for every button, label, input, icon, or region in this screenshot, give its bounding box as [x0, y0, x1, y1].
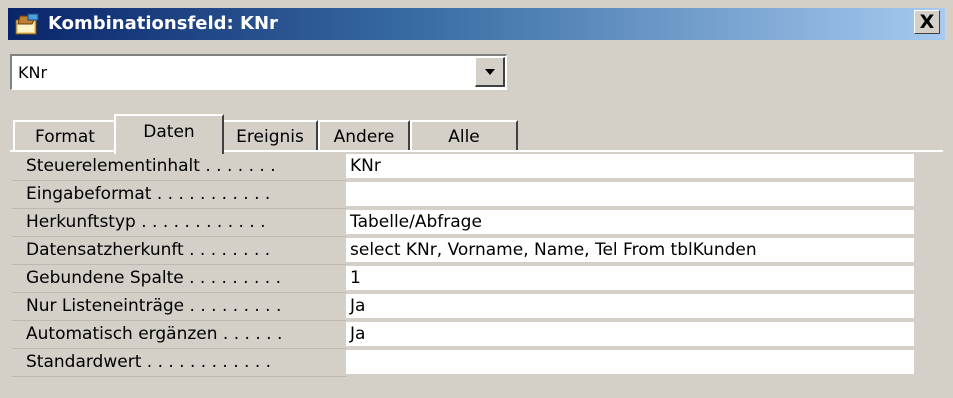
- property-label: Standardwert: [26, 352, 142, 372]
- title-bar: Kombinationsfeld: KNr: [8, 8, 945, 40]
- tab-alle[interactable]: Alle: [410, 120, 518, 152]
- tab-daten[interactable]: Daten: [114, 114, 224, 154]
- tab-format[interactable]: Format: [13, 120, 116, 152]
- close-button[interactable]: X: [914, 10, 940, 34]
- property-row-standardwert: Standardwert . . . . . . . . . . . .: [12, 349, 938, 377]
- property-value-field[interactable]: [346, 350, 914, 375]
- property-label: Gebundene Spalte: [26, 268, 184, 288]
- property-row-steuerelementinhalt: Steuerelementinhalt . . . . . . . KNr: [12, 153, 938, 181]
- property-value-field[interactable]: 1: [346, 266, 914, 291]
- leader-dots: . . . . . . .: [199, 156, 276, 176]
- properties-icon: [14, 12, 42, 36]
- chevron-down-icon: [484, 68, 495, 75]
- property-label: Datensatzherkunft: [26, 240, 184, 260]
- tab-andere[interactable]: Andere: [318, 120, 410, 152]
- property-row-gebundene-spalte: Gebundene Spalte . . . . . . . . . 1: [12, 265, 938, 293]
- property-value-field[interactable]: select KNr, Vorname, Name, Tel From tblK…: [346, 238, 914, 263]
- tab-ereignis[interactable]: Ereignis: [222, 120, 318, 152]
- leader-dots: . . . . . . . . . . .: [151, 184, 271, 204]
- leader-dots: . . . . . . . . .: [183, 268, 281, 288]
- property-row-eingabeformat: Eingabeformat . . . . . . . . . . .: [12, 181, 938, 209]
- property-row-datensatzherkunft: Datensatzherkunft . . . . . . . . select…: [12, 237, 938, 265]
- property-label: Automatisch ergänzen: [26, 324, 218, 344]
- property-row-herkunftstyp: Herkunftstyp . . . . . . . . . . . . Tab…: [12, 209, 938, 237]
- object-selector-combo[interactable]: KNr: [10, 54, 507, 90]
- leader-dots: . . . . . . . .: [183, 240, 271, 260]
- property-label: Steuerelementinhalt: [26, 156, 200, 176]
- property-value-field[interactable]: [346, 182, 914, 207]
- property-row-automatisch-ergaenzen: Automatisch ergänzen . . . . . . Ja: [12, 321, 938, 349]
- property-label: Nur Listeneinträge: [26, 296, 185, 316]
- leader-dots: . . . . . . . . . . . .: [141, 352, 272, 372]
- dropdown-button[interactable]: [475, 57, 505, 87]
- property-label: Eingabeformat: [26, 184, 152, 204]
- property-value-field[interactable]: Ja: [346, 322, 914, 347]
- property-value-field[interactable]: KNr: [346, 154, 914, 179]
- leader-dots: . . . . . . . . .: [184, 296, 282, 316]
- object-selector-value: KNr: [18, 63, 48, 82]
- leader-dots: . . . . . . . . . . . .: [135, 212, 266, 232]
- window-title: Kombinationsfeld: KNr: [48, 13, 278, 34]
- close-icon: X: [919, 10, 935, 33]
- property-label: Herkunftstyp: [26, 212, 136, 232]
- property-value-field[interactable]: Tabelle/Abfrage: [346, 210, 914, 235]
- property-row-nur-listeneintraege: Nur Listeneinträge . . . . . . . . . Ja: [12, 293, 938, 321]
- property-value-field[interactable]: Ja: [346, 294, 914, 319]
- leader-dots: . . . . . .: [217, 324, 283, 344]
